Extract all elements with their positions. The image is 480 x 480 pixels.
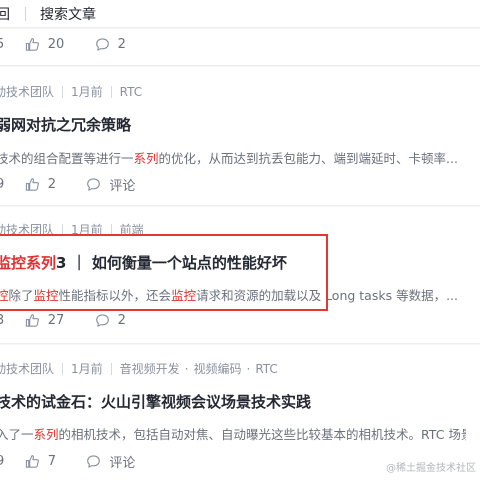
like-count: 27	[47, 313, 65, 328]
like-count: 7	[47, 454, 56, 469]
comment-count: 2	[117, 313, 126, 328]
view-count: 3	[0, 313, 5, 328]
article-stats: 3 27 2	[0, 313, 126, 328]
like-icon[interactable]	[25, 177, 40, 192]
like-count: 20	[47, 37, 65, 52]
article-stats: 9 7 评论	[0, 452, 135, 471]
article-card[interactable]: 5 20 2	[0, 29, 480, 66]
article-tag[interactable]: RTC	[120, 85, 142, 99]
comment-label: 评论	[109, 179, 136, 194]
tab-divider	[25, 7, 26, 21]
like-count: 2	[47, 177, 56, 192]
comment-icon[interactable]	[95, 37, 110, 52]
article-tag[interactable]: 视频编码	[194, 360, 242, 377]
publish-time: 1月前	[71, 85, 103, 99]
comment-label: 评论	[109, 456, 136, 471]
author-name[interactable]: 动技术团队	[0, 360, 54, 377]
article-title[interactable]: 弱网对抗之冗余策略	[0, 114, 131, 135]
tab-back[interactable]: 回	[0, 4, 10, 24]
watermark: @稀土掘金技术社区	[386, 463, 476, 474]
publish-time: 1月前	[71, 362, 103, 376]
like-icon[interactable]	[25, 454, 40, 469]
like-icon[interactable]	[25, 37, 40, 52]
tab-search-articles[interactable]: 搜索文章	[40, 4, 96, 24]
article-meta: 动技术团队 1月前 音视频开发 · 视频编码 · RTC	[0, 360, 278, 377]
search-tab-bar: 回 搜索文章	[0, 0, 480, 28]
article-card[interactable]: 动技术团队 1月前 RTC 弱网对抗之冗余策略 技术的组合配置等进行一系列的优化，从…	[0, 67, 480, 206]
author-name[interactable]: 动技术团队	[0, 83, 54, 100]
article-meta: 动技术团队 1月前 RTC	[0, 83, 142, 100]
view-count: 9	[0, 454, 5, 469]
view-count: 9	[0, 177, 5, 192]
article-tag[interactable]: RTC	[255, 362, 277, 376]
view-count: 5	[0, 37, 5, 52]
article-excerpt[interactable]: 技术的组合配置等进行一系列的优化，从而达到抗丢包能力、端到端延时、卡顿率...	[0, 148, 466, 167]
like-icon[interactable]	[25, 313, 40, 328]
article-title[interactable]: 技术的试金石：火山引擎视频会议场景技术实践	[0, 391, 311, 412]
article-excerpt[interactable]: 入了一系列的相机技术，包括自动对焦、自动曝光这些比较基本的相机技术。RTC 场景	[0, 424, 466, 443]
article-stats: 5 20 2	[0, 37, 126, 52]
annotation-highlight-box	[0, 234, 328, 311]
comment-icon[interactable]	[95, 313, 110, 328]
article-tag[interactable]: 音视频开发	[120, 360, 180, 377]
comment-count: 2	[117, 37, 126, 52]
comment-icon[interactable]	[86, 177, 101, 192]
article-stats: 9 2 评论	[0, 175, 135, 194]
comment-icon[interactable]	[86, 454, 101, 469]
